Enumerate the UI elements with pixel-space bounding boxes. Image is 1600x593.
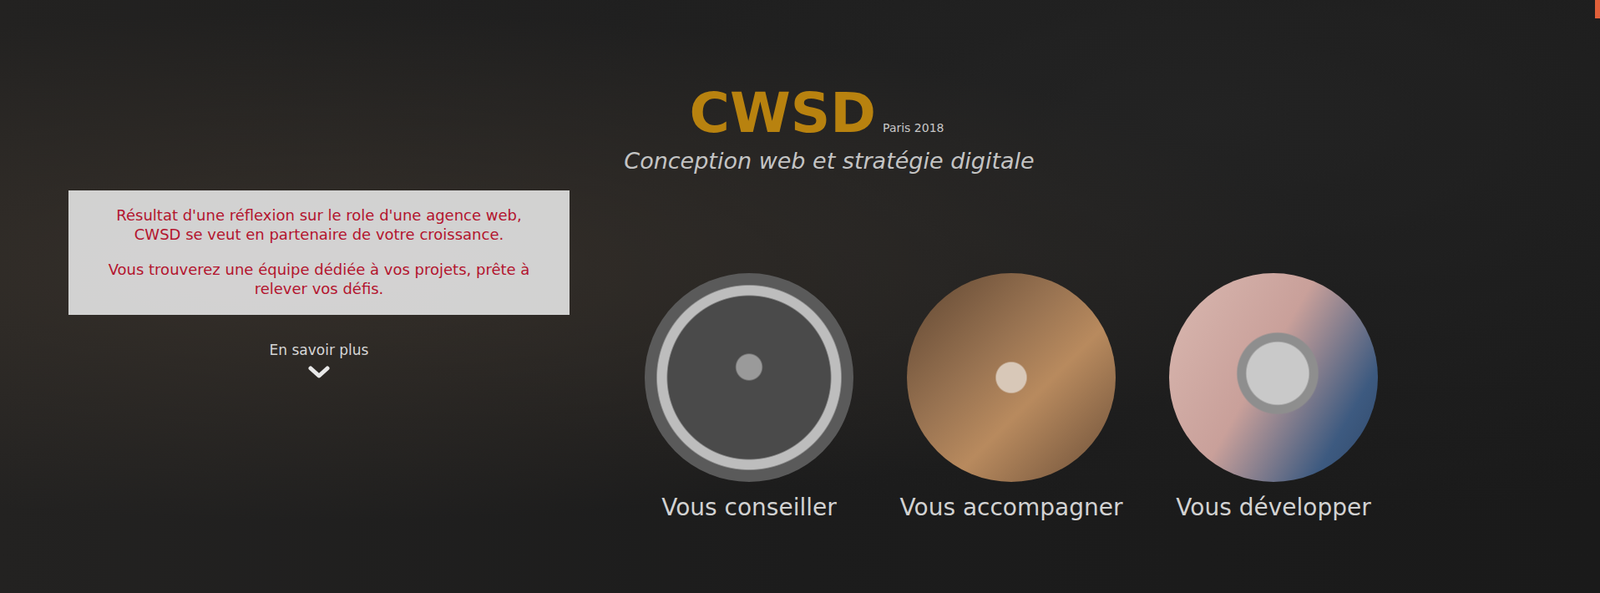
intro-paragraph: Résultat d'une réflexion sur le role d'u… xyxy=(91,206,547,244)
brand-subtitle: Conception web et stratégie digitale xyxy=(623,147,1034,174)
more-link[interactable]: En savoir plus xyxy=(269,341,370,380)
services-list: Vous conseiller Vous accompagner Vous déve… xyxy=(623,273,1399,522)
brand-row: CWSD Paris 2018 xyxy=(689,83,945,145)
scrollbar-thumb[interactable] xyxy=(1594,0,1600,19)
service-photo[interactable] xyxy=(906,273,1116,482)
brand-tagline: Paris 2018 xyxy=(882,121,944,135)
intro-column: Résultat d'une réflexion sur le role d'u… xyxy=(68,190,570,380)
service-photo[interactable] xyxy=(644,273,854,482)
intro-box: Résultat d'une réflexion sur le role d'u… xyxy=(68,190,570,315)
intro-paragraph: Vous trouverez une équipe dédiée à vos p… xyxy=(91,260,547,299)
service-card[interactable]: Vous accompagner xyxy=(886,273,1137,522)
brand-header: CWSD Paris 2018 Conception web et stratégi… xyxy=(0,83,1600,174)
main-row: Résultat d'une réflexion sur le role d'u… xyxy=(0,190,1600,522)
service-label[interactable]: Vous conseiller xyxy=(661,493,837,522)
hero-section: CWSD Paris 2018 Conception web et stratégi… xyxy=(0,0,1600,593)
more-label[interactable]: En savoir plus xyxy=(269,341,370,359)
chevron-down-icon[interactable] xyxy=(308,364,330,380)
service-label[interactable]: Vous développer xyxy=(1175,493,1371,522)
service-card[interactable]: Vous conseiller xyxy=(623,273,875,522)
service-photo[interactable] xyxy=(1169,273,1378,482)
service-card[interactable]: Vous développer xyxy=(1148,273,1399,522)
brand-logo: CWSD xyxy=(689,83,877,145)
service-label[interactable]: Vous accompagner xyxy=(900,493,1124,522)
